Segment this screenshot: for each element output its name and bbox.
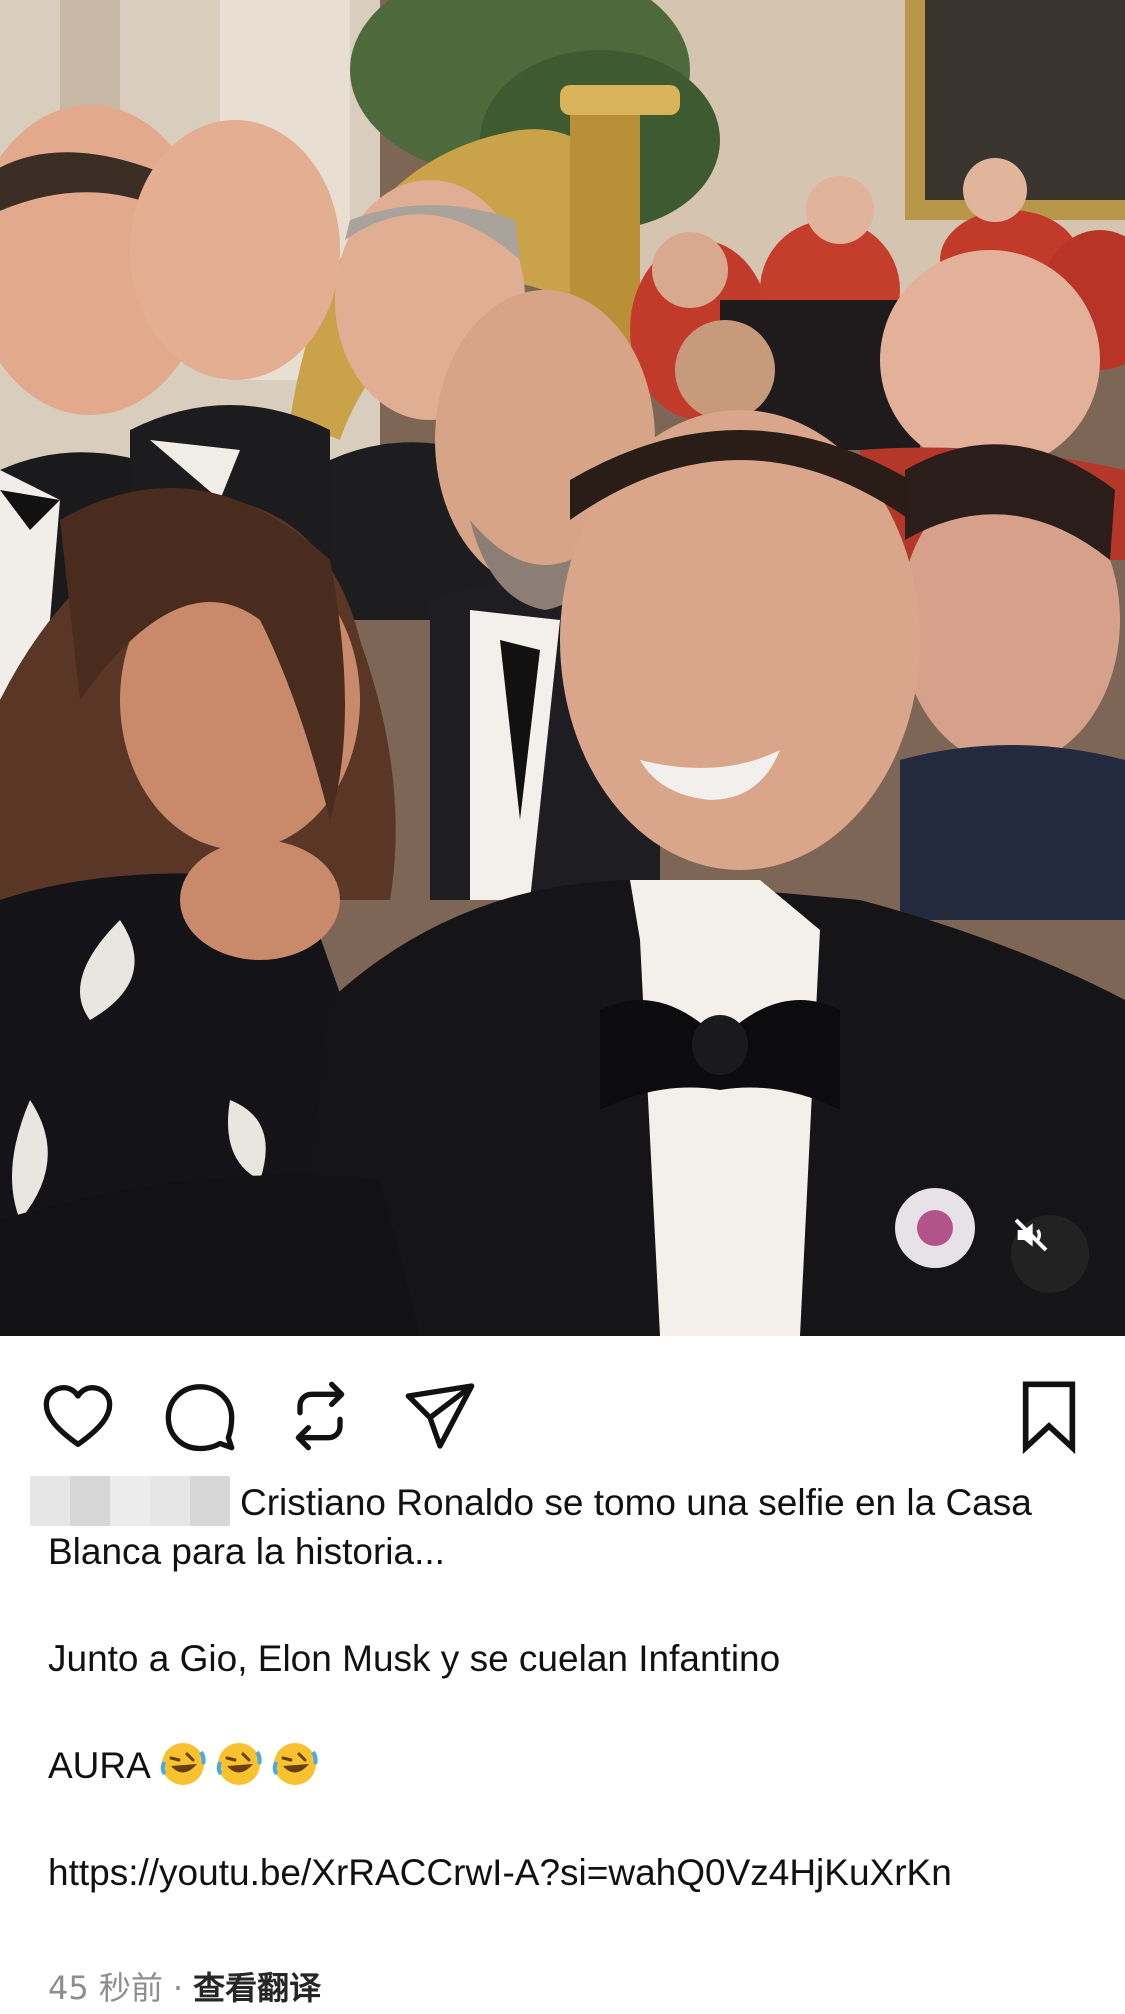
bookmark-icon[interactable] [1009,1376,1089,1456]
post-timestamp: 45 秒前 [48,1969,163,2007]
author-username[interactable] [30,1476,230,1527]
repost-icon[interactable] [280,1376,360,1456]
heart-icon[interactable] [38,1376,118,1456]
caption-aura-text: AURA [48,1745,151,1786]
action-bar [0,1336,1125,1486]
selfie-photo [0,0,1125,1336]
caption-line-2: Junto a Gio, Elon Musk y se cuelan Infan… [48,1638,781,1679]
caption-line-3: AURA [48,1741,1088,1790]
comment-bubble-icon[interactable] [160,1376,240,1456]
see-translation-link[interactable]: 查看翻译 [193,1969,321,2007]
post-meta: 45 秒前 · 查看翻译 [48,1966,321,2010]
post-caption: Cristiano Ronaldo se tomo una selfie en … [30,1476,1088,1897]
mute-button[interactable] [1011,1215,1089,1293]
rofl-emoji-icon [216,1743,262,1786]
paper-plane-icon[interactable] [400,1376,480,1456]
meta-separator: · [172,1969,184,2007]
caption-link[interactable]: https://youtu.be/XrRACCrwI-A?si=wahQ0Vz4… [48,1848,1088,1897]
post-video[interactable] [0,0,1125,1336]
post: Cristiano Ronaldo se tomo una selfie en … [0,0,1125,2014]
rofl-emoji-icon [272,1743,318,1786]
rofl-emoji-icon [160,1743,206,1786]
speaker-muted-icon [1014,1218,1048,1252]
